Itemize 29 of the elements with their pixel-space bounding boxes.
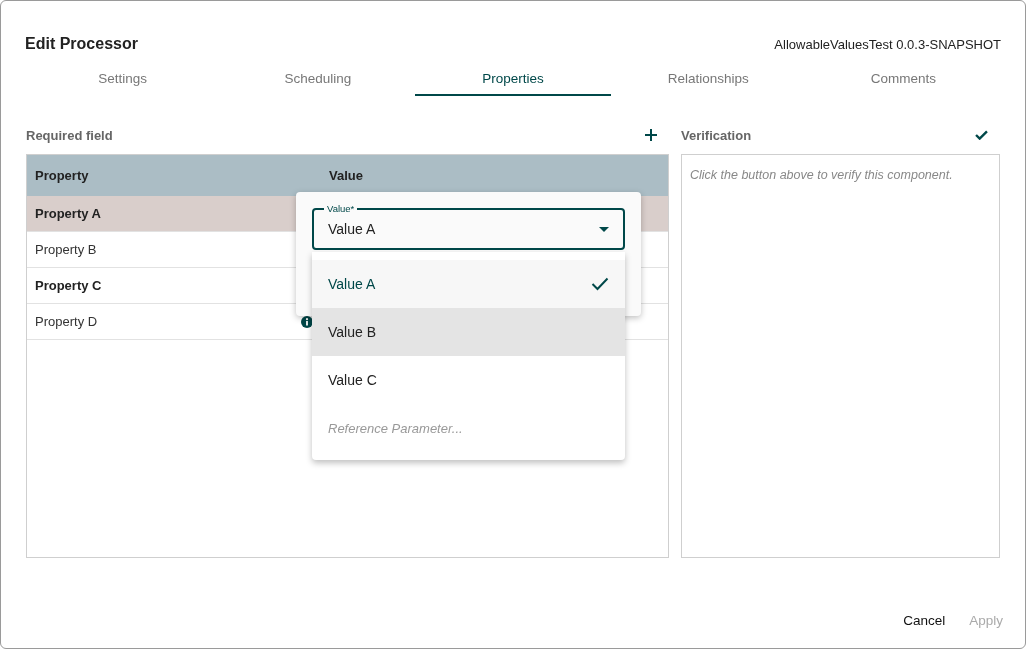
component-name: AllowableValuesTest 0.0.3-SNAPSHOT	[774, 36, 1001, 52]
field-label: Value*	[324, 203, 358, 214]
menu-option[interactable]: Value B	[312, 308, 625, 356]
column-header: Property	[34, 168, 90, 183]
dialog-title: Edit Processor	[25, 35, 138, 53]
check-icon[interactable]	[975, 130, 988, 140]
field-value: Value A	[328, 221, 377, 237]
tab[interactable]: Relationships	[610, 62, 806, 96]
property-name: Property C	[35, 278, 103, 293]
section-title: Required field	[26, 127, 113, 143]
property-name: Property A	[35, 206, 102, 221]
verification-message: Click the button above to verify this component.	[690, 168, 953, 182]
add-icon[interactable]	[645, 129, 657, 141]
property-name: Property D	[35, 314, 99, 329]
tab[interactable]: Scheduling	[220, 62, 416, 96]
caret-icon	[599, 226, 609, 232]
option-label: Value A	[328, 276, 376, 292]
option-label: Reference Parameter...	[328, 420, 463, 436]
column-header: Value	[329, 168, 363, 183]
section-title: Verification	[681, 127, 752, 143]
menu-option[interactable]: Value C	[312, 356, 625, 404]
tab[interactable]: Comments	[805, 62, 1001, 96]
option-label: Value B	[328, 324, 376, 340]
menu-option[interactable]: Value A	[312, 260, 625, 308]
option-label: Value C	[328, 372, 377, 388]
tab[interactable]: Properties	[415, 62, 611, 96]
property-name: Property B	[35, 242, 98, 257]
tab[interactable]: Settings	[25, 62, 221, 96]
cancel-button[interactable]: Cancel	[893, 607, 956, 634]
